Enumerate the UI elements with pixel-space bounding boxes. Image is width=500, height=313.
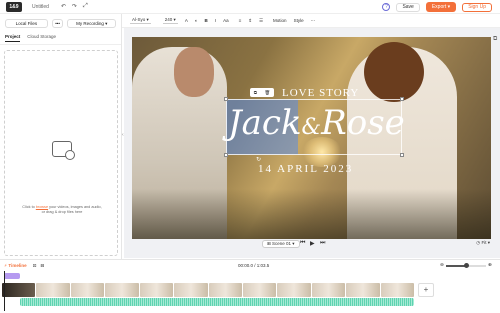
video-clip[interactable] — [208, 283, 242, 297]
app-logo: 1&9 — [6, 1, 22, 12]
line-spacing-icon[interactable]: ⇕ — [248, 18, 252, 24]
play-icon[interactable]: ▶ — [310, 240, 315, 247]
upload-dropzone[interactable]: Click to browse your videos, images and … — [4, 50, 118, 256]
top-bar: 1&9 Untitled ↶ ↷ ⤢ ? Save Export ▾ Sign … — [0, 0, 500, 14]
bold-button[interactable]: B — [205, 18, 208, 23]
zoom-slider[interactable] — [446, 263, 486, 268]
name-rose: Rose — [321, 103, 405, 143]
timeline-icon-a[interactable]: ⊡ — [33, 263, 37, 269]
selection-toolbar: ⧉ 🗑 — [250, 88, 274, 97]
video-clip[interactable] — [70, 283, 105, 297]
tab-project[interactable]: Project — [5, 34, 21, 42]
dropzone-text-before: Click to — [22, 205, 36, 209]
audio-track-waveform[interactable] — [20, 298, 414, 306]
previous-icon[interactable]: ⏮ — [300, 240, 305, 247]
italic-button[interactable]: I — [215, 18, 216, 23]
delete-icon[interactable]: 🗑 — [265, 90, 271, 96]
date-text[interactable]: 14 APRIL 2023 — [258, 163, 353, 175]
font-size-select[interactable]: 240 ▾ — [162, 17, 178, 24]
fit-select[interactable]: ◷ Fit ▾ — [476, 240, 490, 246]
dropzone-text-after: your videos, images and audio, or drag &… — [41, 205, 102, 214]
rotate-icon[interactable]: ↻ — [256, 156, 261, 163]
upload-media-icon — [52, 141, 75, 160]
canvas-settings-icon[interactable]: ⧉ — [493, 36, 497, 43]
browse-link[interactable]: browse — [36, 205, 48, 209]
field-overlay — [132, 189, 491, 239]
my-recording-label: My Recording — [76, 21, 104, 26]
redo-icon[interactable]: ↷ — [72, 3, 77, 10]
video-track — [2, 283, 415, 297]
save-button[interactable]: Save — [396, 2, 420, 12]
video-clip[interactable] — [36, 283, 70, 297]
next-icon[interactable]: ⏭ — [320, 240, 325, 247]
video-clip[interactable] — [380, 283, 415, 297]
more-upload-button[interactable]: ••• — [51, 19, 64, 28]
align-icon[interactable]: ≡ — [239, 18, 242, 23]
fit-value: Fit — [481, 240, 487, 245]
resize-handle[interactable] — [224, 97, 228, 101]
video-clip[interactable] — [105, 283, 139, 297]
resize-handle[interactable] — [400, 97, 404, 101]
love-story-text[interactable]: LOVE STORY — [282, 87, 359, 99]
scene-select[interactable]: ⊞ Scene 01 ▾ — [262, 240, 300, 248]
text-color-icon[interactable]: A — [185, 18, 188, 23]
timeline-header: ⚡ Timeline ⊡ ⊟ 00:00.0 / 1:03.5 ⊖ ⊕ — [0, 259, 500, 271]
video-clip[interactable] — [277, 283, 311, 297]
media-panel: Local Files ••• My Recording ▾ Project C… — [0, 14, 122, 259]
zoom-out-icon[interactable]: ⊖ — [440, 262, 444, 268]
export-label: Export — [431, 4, 447, 10]
ampersand: & — [301, 115, 322, 140]
video-clip[interactable] — [174, 283, 208, 297]
text-case-button[interactable]: Aa — [223, 18, 229, 23]
style-button[interactable]: Style — [294, 18, 304, 23]
project-title[interactable]: Untitled — [32, 4, 49, 10]
add-clip-button[interactable]: + — [418, 283, 434, 297]
text-effect-icon[interactable]: ◐ — [195, 18, 198, 23]
signup-button[interactable]: Sign Up — [462, 2, 492, 12]
timeline-icon-b[interactable]: ⊟ — [40, 263, 44, 269]
video-clip[interactable] — [242, 283, 277, 297]
video-clip[interactable] — [311, 283, 346, 297]
timeline-tab-label: Timeline — [8, 262, 27, 268]
timecode: 00:00.0 / 1:03.5 — [238, 263, 270, 268]
groom-head — [174, 47, 214, 97]
video-preview[interactable]: ⧉ 🗑 ↻ LOVE STORY Jack&Rose 14 APRIL 2023 — [132, 37, 491, 239]
bride-head — [364, 42, 424, 102]
playback-bar: ⊞ Scene 01 ▾ ⏮ ▶ ⏭ ◷ Fit ▾ — [124, 237, 500, 251]
copy-icon[interactable]: ⧉ — [254, 90, 257, 95]
fullscreen-icon[interactable]: ⤢ — [83, 3, 88, 10]
dropzone-text: Click to browse your videos, images and … — [21, 205, 103, 215]
more-format-icon[interactable]: ⋯ — [311, 18, 316, 24]
name-jack: Jack — [228, 103, 302, 143]
font-select-value: Al-Syo — [132, 17, 146, 22]
video-clip[interactable] — [139, 283, 174, 297]
export-button[interactable]: Export ▾ — [425, 2, 457, 12]
canvas-area: ⧉ 🗑 ↻ LOVE STORY Jack&Rose 14 APRIL 2023 — [124, 28, 500, 258]
font-select[interactable]: Al-Syo ▾ — [130, 17, 151, 24]
motion-button[interactable]: Motion — [273, 18, 287, 23]
resize-handle[interactable] — [224, 153, 228, 157]
text-format-toolbar: Al-Syo ▾ 240 ▾ A ◐ B I Aa ≡ ⇕ ☰ Motion S… — [122, 14, 500, 28]
timeline-playhead[interactable] — [4, 271, 5, 311]
scene-value: Scene 01 — [272, 241, 292, 246]
names-title[interactable]: Jack&Rose — [228, 103, 405, 148]
local-files-button[interactable]: Local Files — [5, 19, 48, 28]
text-track-clip[interactable] — [4, 273, 20, 279]
undo-icon[interactable]: ↶ — [61, 3, 66, 10]
video-clip[interactable] — [346, 283, 380, 297]
timeline-tab[interactable]: ⚡ Timeline — [4, 263, 27, 269]
zoom-slider-fill — [446, 265, 466, 267]
my-recording-button[interactable]: My Recording ▾ — [67, 19, 116, 28]
zoom-slider-knob[interactable] — [464, 263, 469, 268]
list-icon[interactable]: ☰ — [259, 18, 263, 24]
zoom-in-icon[interactable]: ⊕ — [488, 262, 492, 268]
help-icon[interactable]: ? — [382, 3, 391, 11]
resize-handle[interactable] — [400, 153, 404, 157]
font-size-value: 240 — [164, 17, 173, 22]
video-clip[interactable] — [2, 283, 36, 297]
tab-cloud-storage[interactable]: Cloud Storage — [27, 34, 56, 42]
